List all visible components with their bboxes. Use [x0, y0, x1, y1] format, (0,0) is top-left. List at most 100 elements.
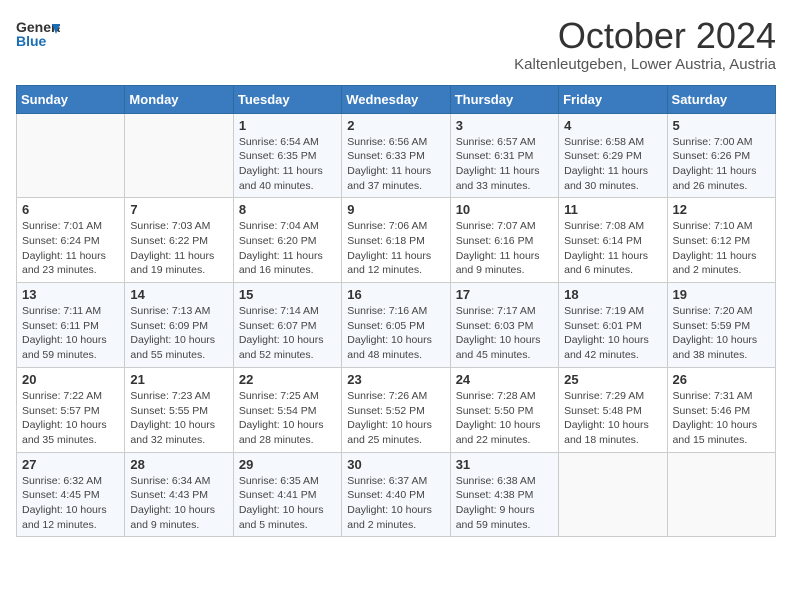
day-number: 11 — [564, 202, 661, 217]
day-info: Sunrise: 6:35 AMSunset: 4:41 PMDaylight:… — [239, 474, 336, 533]
day-info: Sunrise: 7:03 AMSunset: 6:22 PMDaylight:… — [130, 219, 227, 278]
day-info: Sunrise: 6:32 AMSunset: 4:45 PMDaylight:… — [22, 474, 119, 533]
day-info: Sunrise: 7:28 AMSunset: 5:50 PMDaylight:… — [456, 389, 553, 448]
calendar-cell: 7 Sunrise: 7:03 AMSunset: 6:22 PMDaylight… — [125, 198, 233, 283]
day-info: Sunrise: 7:26 AMSunset: 5:52 PMDaylight:… — [347, 389, 444, 448]
weekday-header-wednesday: Wednesday — [342, 85, 450, 113]
calendar-cell: 1 Sunrise: 6:54 AMSunset: 6:35 PMDaylight… — [233, 113, 341, 198]
calendar-cell: 26 Sunrise: 7:31 AMSunset: 5:46 PMDayligh… — [667, 367, 775, 452]
calendar-cell: 11 Sunrise: 7:08 AMSunset: 6:14 PMDayligh… — [559, 198, 667, 283]
calendar-week-3: 13 Sunrise: 7:11 AMSunset: 6:11 PMDayligh… — [17, 283, 776, 368]
day-number: 31 — [456, 457, 553, 472]
day-number: 16 — [347, 287, 444, 302]
calendar-cell: 19Sunrise: 7:20 AMSunset: 5:59 PMDayligh… — [667, 283, 775, 368]
day-number: 12 — [673, 202, 770, 217]
weekday-header-sunday: Sunday — [17, 85, 125, 113]
calendar-cell: 8Sunrise: 7:04 AMSunset: 6:20 PMDaylight… — [233, 198, 341, 283]
location: Kaltenleutgeben, Lower Austria, Austria — [514, 56, 776, 73]
day-number: 25 — [564, 372, 661, 387]
day-info: Sunrise: 7:22 AMSunset: 5:57 PMDaylight:… — [22, 389, 119, 448]
calendar-cell: 20 Sunrise: 7:22 AMSunset: 5:57 PMDayligh… — [17, 367, 125, 452]
day-number: 19 — [673, 287, 770, 302]
day-info: Sunrise: 7:13 AMSunset: 6:09 PMDaylight:… — [130, 304, 227, 363]
calendar-cell: 27 Sunrise: 6:32 AMSunset: 4:45 PMDayligh… — [17, 452, 125, 537]
weekday-header-monday: Monday — [125, 85, 233, 113]
day-info: Sunrise: 7:25 AMSunset: 5:54 PMDaylight:… — [239, 389, 336, 448]
calendar-cell: 3 Sunrise: 6:57 AMSunset: 6:31 PMDaylight… — [450, 113, 558, 198]
day-number: 26 — [673, 372, 770, 387]
logo-icon: General Blue — [16, 16, 60, 52]
calendar-cell: 13 Sunrise: 7:11 AMSunset: 6:11 PMDayligh… — [17, 283, 125, 368]
day-number: 29 — [239, 457, 336, 472]
day-number: 30 — [347, 457, 444, 472]
calendar-cell: 10Sunrise: 7:07 AMSunset: 6:16 PMDayligh… — [450, 198, 558, 283]
day-info: Sunrise: 6:38 AMSunset: 4:38 PMDaylight:… — [456, 474, 553, 533]
calendar-cell: 16 Sunrise: 7:16 AMSunset: 6:05 PMDayligh… — [342, 283, 450, 368]
day-info: Sunrise: 6:57 AMSunset: 6:31 PMDaylight:… — [456, 135, 553, 194]
calendar-cell: 9 Sunrise: 7:06 AMSunset: 6:18 PMDaylight… — [342, 198, 450, 283]
calendar-cell: 14 Sunrise: 7:13 AMSunset: 6:09 PMDayligh… — [125, 283, 233, 368]
day-info: Sunrise: 7:14 AMSunset: 6:07 PMDaylight:… — [239, 304, 336, 363]
month-title: October 2024 — [514, 16, 776, 56]
day-info: Sunrise: 7:10 AMSunset: 6:12 PMDaylight:… — [673, 219, 770, 278]
day-number: 1 — [239, 118, 336, 133]
day-number: 5 — [673, 118, 770, 133]
calendar-cell: 6 Sunrise: 7:01 AMSunset: 6:24 PMDaylight… — [17, 198, 125, 283]
day-info: Sunrise: 6:58 AMSunset: 6:29 PMDaylight:… — [564, 135, 661, 194]
day-info: Sunrise: 7:06 AMSunset: 6:18 PMDaylight:… — [347, 219, 444, 278]
calendar-cell: 15 Sunrise: 7:14 AMSunset: 6:07 PMDayligh… — [233, 283, 341, 368]
calendar-cell: 29 Sunrise: 6:35 AMSunset: 4:41 PMDayligh… — [233, 452, 341, 537]
calendar-cell: 17Sunrise: 7:17 AMSunset: 6:03 PMDayligh… — [450, 283, 558, 368]
day-number: 20 — [22, 372, 119, 387]
day-number: 24 — [456, 372, 553, 387]
day-info: Sunrise: 6:56 AMSunset: 6:33 PMDaylight:… — [347, 135, 444, 194]
calendar-week-2: 6 Sunrise: 7:01 AMSunset: 6:24 PMDaylight… — [17, 198, 776, 283]
calendar-cell: 21 Sunrise: 7:23 AMSunset: 5:55 PMDayligh… — [125, 367, 233, 452]
calendar-cell: 23 Sunrise: 7:26 AMSunset: 5:52 PMDayligh… — [342, 367, 450, 452]
calendar-table: SundayMondayTuesdayWednesdayThursdayFrid… — [16, 85, 776, 538]
day-number: 9 — [347, 202, 444, 217]
day-number: 22 — [239, 372, 336, 387]
day-number: 8 — [239, 202, 336, 217]
day-info: Sunrise: 6:54 AMSunset: 6:35 PMDaylight:… — [239, 135, 336, 194]
day-info: Sunrise: 7:31 AMSunset: 5:46 PMDaylight:… — [673, 389, 770, 448]
day-number: 6 — [22, 202, 119, 217]
day-info: Sunrise: 7:19 AMSunset: 6:01 PMDaylight:… — [564, 304, 661, 363]
day-info: Sunrise: 6:37 AMSunset: 4:40 PMDaylight:… — [347, 474, 444, 533]
day-info: Sunrise: 6:34 AMSunset: 4:43 PMDaylight:… — [130, 474, 227, 533]
weekday-header-friday: Friday — [559, 85, 667, 113]
calendar-cell: 18 Sunrise: 7:19 AMSunset: 6:01 PMDayligh… — [559, 283, 667, 368]
day-number: 10 — [456, 202, 553, 217]
day-info: Sunrise: 7:00 AMSunset: 6:26 PMDaylight:… — [673, 135, 770, 194]
day-number: 7 — [130, 202, 227, 217]
calendar-week-5: 27 Sunrise: 6:32 AMSunset: 4:45 PMDayligh… — [17, 452, 776, 537]
weekday-header-tuesday: Tuesday — [233, 85, 341, 113]
weekday-header-thursday: Thursday — [450, 85, 558, 113]
calendar-week-1: 1 Sunrise: 6:54 AMSunset: 6:35 PMDaylight… — [17, 113, 776, 198]
day-info: Sunrise: 7:01 AMSunset: 6:24 PMDaylight:… — [22, 219, 119, 278]
calendar-cell: 24 Sunrise: 7:28 AMSunset: 5:50 PMDayligh… — [450, 367, 558, 452]
day-number: 2 — [347, 118, 444, 133]
day-number: 13 — [22, 287, 119, 302]
day-number: 23 — [347, 372, 444, 387]
calendar-cell: 2 Sunrise: 6:56 AMSunset: 6:33 PMDaylight… — [342, 113, 450, 198]
calendar-week-4: 20 Sunrise: 7:22 AMSunset: 5:57 PMDayligh… — [17, 367, 776, 452]
day-info: Sunrise: 7:16 AMSunset: 6:05 PMDaylight:… — [347, 304, 444, 363]
day-number: 15 — [239, 287, 336, 302]
calendar-cell — [559, 452, 667, 537]
day-info: Sunrise: 7:29 AMSunset: 5:48 PMDaylight:… — [564, 389, 661, 448]
calendar-cell — [667, 452, 775, 537]
day-number: 3 — [456, 118, 553, 133]
day-number: 27 — [22, 457, 119, 472]
logo: General Blue — [16, 16, 60, 52]
calendar-cell: 28Sunrise: 6:34 AMSunset: 4:43 PMDayligh… — [125, 452, 233, 537]
day-number: 18 — [564, 287, 661, 302]
calendar-cell: 25 Sunrise: 7:29 AMSunset: 5:48 PMDayligh… — [559, 367, 667, 452]
day-number: 14 — [130, 287, 227, 302]
day-info: Sunrise: 7:23 AMSunset: 5:55 PMDaylight:… — [130, 389, 227, 448]
day-info: Sunrise: 7:11 AMSunset: 6:11 PMDaylight:… — [22, 304, 119, 363]
day-number: 21 — [130, 372, 227, 387]
title-section: October 2024 Kaltenleutgeben, Lower Aust… — [514, 16, 776, 73]
page-header: General Blue October 2024 Kaltenleutgebe… — [16, 16, 776, 73]
day-info: Sunrise: 7:08 AMSunset: 6:14 PMDaylight:… — [564, 219, 661, 278]
